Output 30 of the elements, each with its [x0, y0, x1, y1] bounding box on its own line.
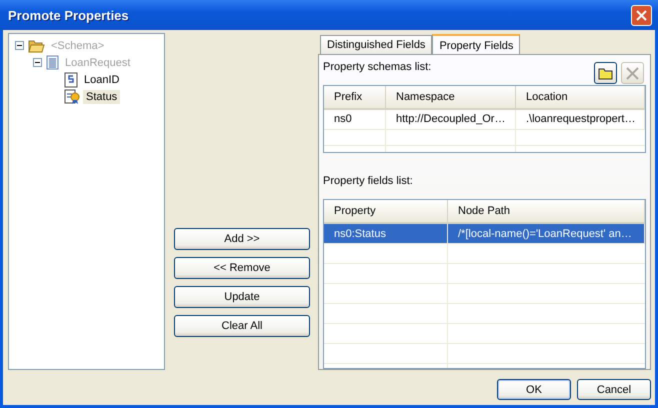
tab[interactable]: Property Fields [432, 34, 520, 55]
table-cell[interactable]: /*[local-name()='LoanRequest' an… [448, 224, 645, 244]
column-header[interactable]: Location [516, 86, 645, 110]
field-document-icon [64, 72, 78, 88]
close-button[interactable] [631, 4, 652, 26]
column-header[interactable]: Prefix [324, 86, 386, 110]
table-cell[interactable]: .\loanrequestpropert… [516, 110, 645, 130]
action-button[interactable]: Clear All [174, 315, 310, 337]
open-button[interactable] [594, 62, 617, 84]
dialog-button[interactable]: Cancel [577, 379, 651, 400]
window-title: Promote Properties [8, 8, 129, 22]
folder-icon [28, 38, 45, 52]
document-icon [46, 55, 59, 70]
column-header[interactable]: Namespace [386, 86, 516, 110]
section-label: Property schemas list: [323, 61, 432, 73]
folder-icon [598, 66, 614, 80]
action-button[interactable]: Update [174, 286, 310, 308]
column-header[interactable]: Property [324, 200, 448, 224]
section-label: Property fields list: [323, 175, 413, 188]
close-icon [636, 10, 647, 20]
minus-icon [17, 43, 22, 48]
action-button[interactable]: Add >> [174, 228, 310, 250]
tab[interactable]: Distinguished Fields [320, 35, 432, 54]
close-icon [626, 66, 639, 80]
table-cell[interactable]: ns0:Status [324, 224, 448, 244]
dialog-button[interactable]: OK [497, 379, 571, 400]
column-header[interactable]: Node Path [448, 200, 645, 224]
minus-icon [35, 60, 40, 65]
action-button[interactable]: << Remove [174, 257, 310, 279]
property-badge-icon [64, 88, 80, 104]
